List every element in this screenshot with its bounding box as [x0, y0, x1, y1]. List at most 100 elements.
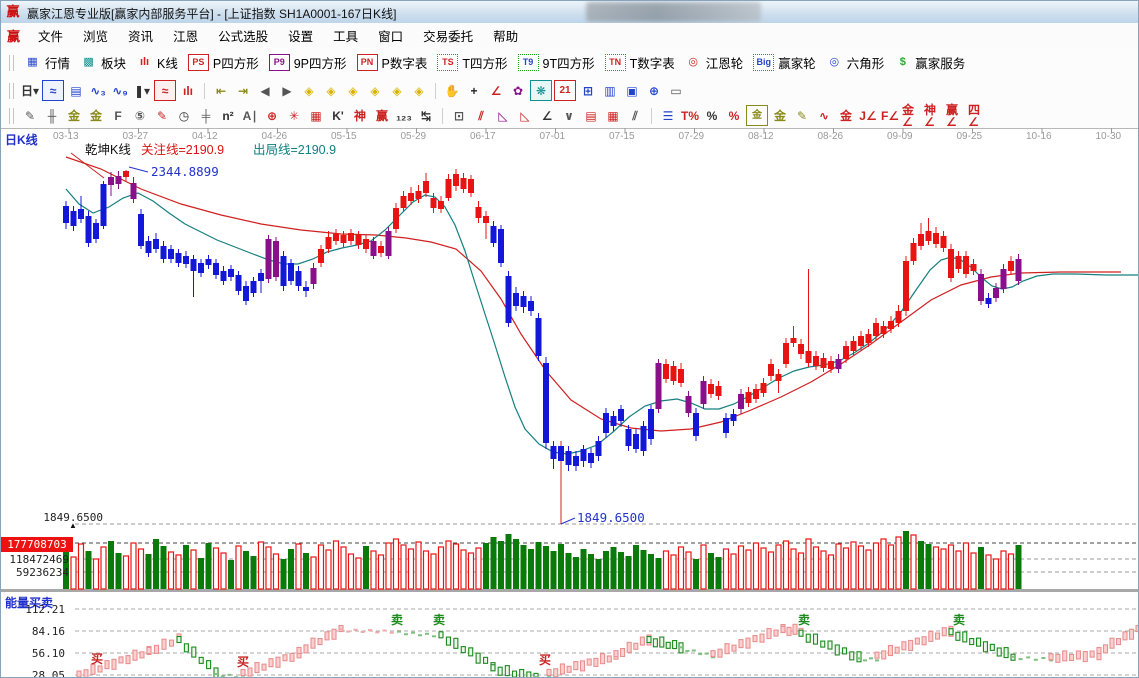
menu-item-7[interactable]: 窗口: [368, 23, 413, 48]
f-angle-icon[interactable]: F∠: [880, 106, 900, 125]
box-tool-icon[interactable]: ⊡: [449, 106, 469, 125]
toolbar-button-t-square[interactable]: TS T四方形: [432, 50, 512, 75]
toolbar-button-9t-square[interactable]: T9 9T四方形: [513, 50, 600, 75]
volume-profile-icon[interactable]: ☰: [658, 106, 678, 125]
j-angle-icon[interactable]: J∠: [858, 106, 878, 125]
fan-box-purple-icon[interactable]: ◺: [493, 106, 513, 125]
menu-item-1[interactable]: 浏览: [73, 23, 118, 48]
toolbar-button-quote-table[interactable]: ▦ 行情: [19, 50, 75, 75]
angle-ruler-icon[interactable]: ∠: [486, 81, 506, 100]
candle-brush-icon[interactable]: ✎: [792, 106, 812, 125]
gold-segment-1-icon[interactable]: 金: [64, 106, 84, 125]
period-dropdown-icon[interactable]: 日▾: [20, 81, 40, 100]
menu-item-5[interactable]: 设置: [278, 23, 323, 48]
chart-canvas[interactable]: [1, 128, 1138, 677]
diamond-vert-icon[interactable]: ◈: [365, 81, 385, 100]
draw-brush-icon[interactable]: ✎: [20, 106, 40, 125]
price-grid-1-icon[interactable]: ▤: [581, 106, 601, 125]
gold-hline-icon[interactable]: 金: [770, 106, 790, 125]
toolbar-drag-handle[interactable]: [9, 54, 14, 71]
gold-segment-2-icon[interactable]: 金: [86, 106, 106, 125]
red-brush-icon[interactable]: ✎: [152, 106, 172, 125]
angle-lines-icon[interactable]: ∠: [537, 106, 557, 125]
four-angle-icon[interactable]: 四∠: [968, 104, 988, 128]
save-disk-icon[interactable]: ▣: [622, 81, 642, 100]
toolbar-button-p-square[interactable]: PS P四方形: [183, 50, 264, 75]
time-cycle-icon[interactable]: ◷: [174, 106, 194, 125]
a-marker-icon[interactable]: A∣: [240, 106, 260, 125]
calculator-icon[interactable]: ⊞: [578, 81, 598, 100]
print-export-icon[interactable]: ▭: [666, 81, 686, 100]
toolbar-button-gann-wheel[interactable]: ◎ 江恩轮: [680, 50, 749, 75]
skip-last-icon[interactable]: ⇥: [233, 81, 253, 100]
hand-tool-icon[interactable]: ✋: [442, 81, 462, 100]
width-measure-icon[interactable]: ↹: [416, 106, 436, 125]
toolbar-drag-handle[interactable]: [9, 107, 14, 124]
five-segment-icon[interactable]: ⑤: [130, 106, 150, 125]
gold-redline-icon[interactable]: 金: [836, 106, 856, 125]
smart-analysis-icon[interactable]: ❋: [530, 80, 552, 101]
shen-segment-icon[interactable]: 神: [350, 106, 370, 125]
diamond-right-icon[interactable]: ◈: [321, 81, 341, 100]
prev-bar-icon[interactable]: ◀: [255, 81, 275, 100]
title-bar[interactable]: 赢 赢家江恩专业版[赢家内部服务平台] - [上证指数 SH1A0001-167…: [1, 1, 1138, 24]
menu-item-9[interactable]: 帮助: [483, 23, 528, 48]
zigzag-red-icon[interactable]: ≈: [154, 80, 176, 101]
ying-angle-icon[interactable]: 赢∠: [946, 104, 966, 128]
shen-angle-icon[interactable]: 神∠: [924, 104, 944, 128]
wave-9-icon[interactable]: ∿₉: [110, 81, 130, 100]
wave-v-icon[interactable]: ∨: [559, 106, 579, 125]
crosshair-tool-icon[interactable]: +: [464, 81, 484, 100]
diamond-move-icon[interactable]: ◈: [409, 81, 429, 100]
gann-flower-icon[interactable]: ✿: [508, 81, 528, 100]
star-wheel-icon[interactable]: ✳: [284, 106, 304, 125]
candle-style-dropdown-icon[interactable]: ❚▾: [132, 81, 152, 100]
notepad-icon[interactable]: ▥: [600, 81, 620, 100]
toolbar-button-hexagon[interactable]: ◎ 六角形: [821, 50, 890, 75]
gann-fan-red-icon[interactable]: ⫽: [471, 106, 491, 125]
menu-item-0[interactable]: 文件: [28, 23, 73, 48]
toolbar-button-sector-blocks[interactable]: ▩ 板块: [75, 50, 131, 75]
calendar-21-icon[interactable]: 21: [554, 80, 576, 101]
toolbar-drag-handle[interactable]: [9, 82, 14, 99]
toolbar-button-t-number-table[interactable]: TN T数字表: [600, 50, 680, 75]
grid-wheel-icon[interactable]: ▦: [306, 106, 326, 125]
toolbar-button-p-number-table[interactable]: PN P数字表: [352, 50, 433, 75]
diamond-both-icon[interactable]: ◈: [343, 81, 363, 100]
n-square-icon[interactable]: n²: [218, 106, 238, 125]
ying-segment-icon[interactable]: 赢: [372, 106, 392, 125]
toolbar-button-winner-service[interactable]: $ 赢家服务: [889, 50, 970, 75]
grid-tool-icon[interactable]: ╫: [42, 106, 62, 125]
f-segment-icon[interactable]: F: [108, 106, 128, 125]
parallel-channel-icon[interactable]: ⫽: [625, 106, 645, 125]
gold-angle-icon[interactable]: 金∠: [902, 104, 922, 128]
t-percent-icon[interactable]: T%: [680, 106, 700, 125]
net-share-icon[interactable]: ⊕: [644, 81, 664, 100]
red-circle-cross-icon[interactable]: ⊕: [262, 106, 282, 125]
toolbar-button-9p-square[interactable]: P9 9P四方形: [264, 50, 352, 75]
wave-amplitude-icon[interactable]: ∿: [814, 106, 834, 125]
price-grid-2-icon[interactable]: ▦: [603, 106, 623, 125]
wave-3-icon[interactable]: ∿₃: [88, 81, 108, 100]
info-doc-icon[interactable]: ▤: [66, 81, 86, 100]
percent-icon[interactable]: %: [702, 106, 722, 125]
menu-item-8[interactable]: 交易委托: [413, 23, 483, 48]
toolbar-button-kline[interactable]: ılı K线: [131, 50, 183, 75]
hash-segment-icon[interactable]: ╪: [196, 106, 216, 125]
next-bar-icon[interactable]: ▶: [277, 81, 297, 100]
menu-item-6[interactable]: 工具: [323, 23, 368, 48]
percent-line-icon[interactable]: %: [724, 106, 744, 125]
menu-item-3[interactable]: 江恩: [163, 23, 208, 48]
diamond-left-icon[interactable]: ◈: [299, 81, 319, 100]
histogram-red-icon[interactable]: ılı: [178, 81, 198, 100]
fan-box-red-icon[interactable]: ◺: [515, 106, 535, 125]
menu-item-2[interactable]: 资讯: [118, 23, 163, 48]
diamond-cross-icon[interactable]: ◈: [387, 81, 407, 100]
toolbar-button-winner-wheel[interactable]: Big 赢家轮: [748, 50, 821, 75]
menu-item-4[interactable]: 公式选股: [208, 23, 278, 48]
skip-first-icon[interactable]: ⇤: [211, 81, 231, 100]
ruler-123-icon[interactable]: ₁₂₃: [394, 106, 414, 125]
gold-circle-icon[interactable]: 金: [746, 105, 768, 126]
k-note-icon[interactable]: K': [328, 106, 348, 125]
zigzag-blue-icon[interactable]: ≈: [42, 80, 64, 101]
